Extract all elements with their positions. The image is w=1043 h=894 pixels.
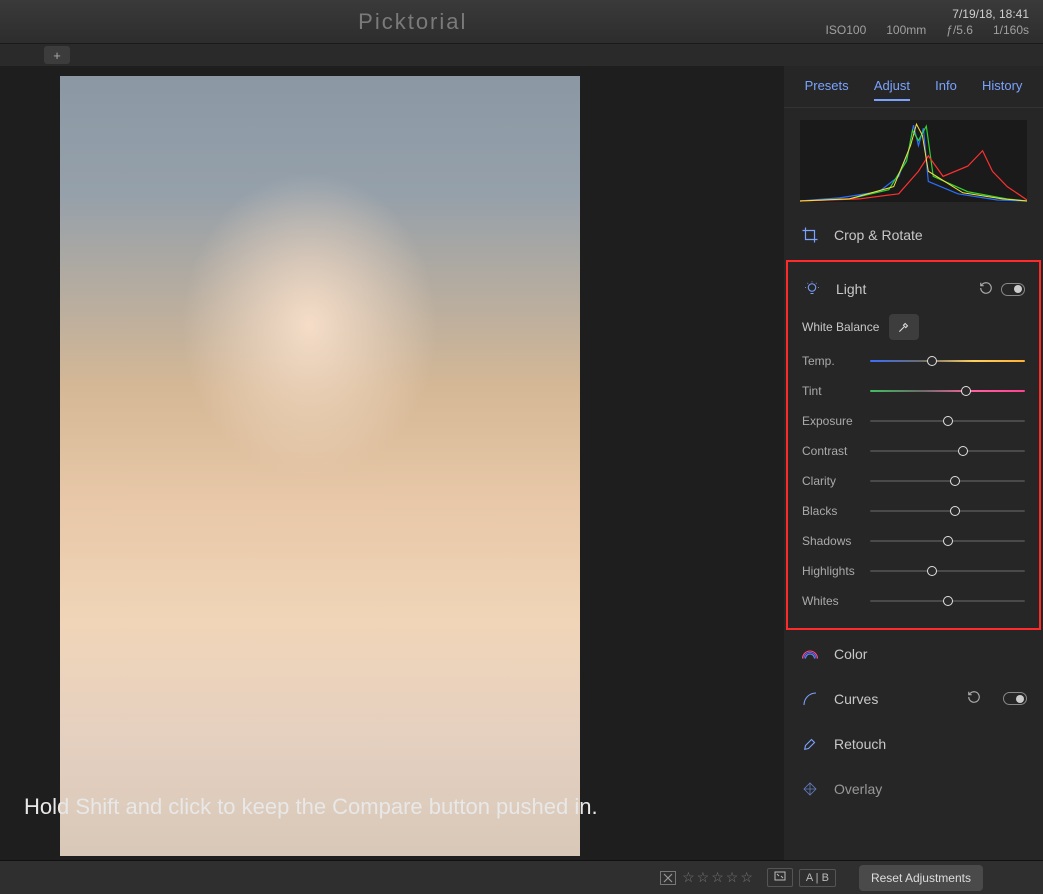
tab-adjust[interactable]: Adjust (874, 78, 910, 101)
meta-iso: ISO100 (826, 23, 867, 37)
canvas-area: Hold Shift and click to keep the Compare… (0, 66, 784, 860)
slider-thumb[interactable] (927, 566, 937, 576)
section-toggle[interactable] (1001, 283, 1025, 296)
slider-thumb[interactable] (927, 356, 937, 366)
star-icon[interactable]: ☆ (711, 869, 724, 886)
section-color[interactable]: Color (784, 632, 1043, 676)
document-tab-strip: + (0, 44, 1043, 66)
white-balance-label: White Balance (802, 320, 879, 334)
app-title: Picktorial (0, 9, 826, 35)
adjust-sidebar: Presets Adjust Info History Crop & Rotat… (784, 66, 1043, 860)
curves-icon (800, 691, 820, 707)
star-icon[interactable]: ☆ (682, 869, 695, 886)
slider-blacks: Blacks (802, 496, 1025, 526)
slider-clarity: Clarity (802, 466, 1025, 496)
slider-tint: Tint (802, 376, 1025, 406)
meta-focal: 100mm (886, 23, 926, 37)
section-label: Curves (834, 691, 953, 707)
meta-datetime: 7/19/18, 18:41 (952, 7, 1029, 21)
preview-image[interactable] (60, 76, 580, 856)
compare-ab-button[interactable]: A | B (799, 869, 836, 887)
slider-label: Tint (802, 384, 862, 398)
slider-label: Temp. (802, 354, 862, 368)
slider-contrast: Contrast (802, 436, 1025, 466)
slider-track[interactable] (870, 420, 1025, 422)
slider-track[interactable] (870, 360, 1025, 362)
slider-shadows: Shadows (802, 526, 1025, 556)
slider-label: Clarity (802, 474, 862, 488)
slider-highlights: Highlights (802, 556, 1025, 586)
lightbulb-icon (802, 280, 822, 298)
star-icon[interactable]: ☆ (740, 869, 753, 886)
meta-shutter: 1/160s (993, 23, 1029, 37)
slider-label: Exposure (802, 414, 862, 428)
slider-exposure: Exposure (802, 406, 1025, 436)
section-label: Light (836, 281, 965, 297)
slider-track[interactable] (870, 510, 1025, 512)
slider-label: Whites (802, 594, 862, 608)
star-icon[interactable]: ☆ (697, 869, 710, 886)
reset-icon[interactable] (979, 281, 993, 298)
section-overlay[interactable]: Overlay (784, 767, 1043, 811)
slider-track[interactable] (870, 450, 1025, 452)
section-label: Color (834, 646, 867, 662)
reset-icon[interactable] (967, 690, 981, 707)
meta-aperture: ƒ/5.6 (946, 23, 973, 37)
slider-thumb[interactable] (950, 476, 960, 486)
plus-icon: + (53, 48, 61, 63)
section-label: Crop & Rotate (834, 227, 923, 243)
slider-thumb[interactable] (950, 506, 960, 516)
slider-label: Shadows (802, 534, 862, 548)
sidebar-tabs: Presets Adjust Info History (784, 66, 1043, 108)
add-tab-button[interactable]: + (44, 46, 70, 64)
slider-track[interactable] (870, 540, 1025, 542)
section-light-header[interactable]: Light (802, 274, 1025, 304)
reset-adjustments-button[interactable]: Reset Adjustments (859, 865, 983, 891)
section-toggle[interactable] (1003, 692, 1027, 705)
section-label: Retouch (834, 736, 886, 752)
slider-whites: Whites (802, 586, 1025, 616)
title-bar: Picktorial 7/19/18, 18:41 ISO100 100mm ƒ… (0, 0, 1043, 44)
rainbow-icon (800, 647, 820, 661)
star-icon[interactable]: ☆ (726, 869, 739, 886)
slider-thumb[interactable] (943, 416, 953, 426)
crop-icon (800, 226, 820, 244)
reject-flag-button[interactable] (660, 871, 676, 885)
image-metadata: 7/19/18, 18:41 ISO100 100mm ƒ/5.6 1/160s (826, 7, 1043, 37)
grid-icon (800, 781, 820, 797)
slider-temp: Temp. (802, 346, 1025, 376)
fit-screen-button[interactable] (767, 868, 793, 887)
section-curves[interactable]: Curves (784, 676, 1043, 721)
slider-label: Contrast (802, 444, 862, 458)
section-retouch[interactable]: Retouch (784, 721, 1043, 767)
brush-icon (800, 735, 820, 753)
slider-track[interactable] (870, 570, 1025, 572)
slider-track[interactable] (870, 600, 1025, 602)
tab-presets[interactable]: Presets (805, 78, 849, 101)
bottom-toolbar: ☆ ☆ ☆ ☆ ☆ A | B Reset Adjustments (0, 860, 1043, 894)
hint-tooltip: Hold Shift and click to keep the Compare… (24, 794, 598, 820)
section-crop-rotate[interactable]: Crop & Rotate (784, 212, 1043, 258)
slider-track[interactable] (870, 480, 1025, 482)
tab-history[interactable]: History (982, 78, 1022, 101)
slider-thumb[interactable] (943, 596, 953, 606)
tab-info[interactable]: Info (935, 78, 957, 101)
slider-thumb[interactable] (958, 446, 968, 456)
slider-track[interactable] (870, 390, 1025, 392)
slider-label: Highlights (802, 564, 862, 578)
white-balance-eyedropper[interactable] (889, 314, 919, 340)
slider-thumb[interactable] (961, 386, 971, 396)
slider-thumb[interactable] (943, 536, 953, 546)
rating-stars[interactable]: ☆ ☆ ☆ ☆ ☆ (682, 869, 753, 886)
slider-label: Blacks (802, 504, 862, 518)
section-label: Overlay (834, 781, 882, 797)
histogram[interactable] (800, 120, 1027, 202)
section-light: Light White Balance Temp. Tint Exposure Con… (786, 260, 1041, 630)
